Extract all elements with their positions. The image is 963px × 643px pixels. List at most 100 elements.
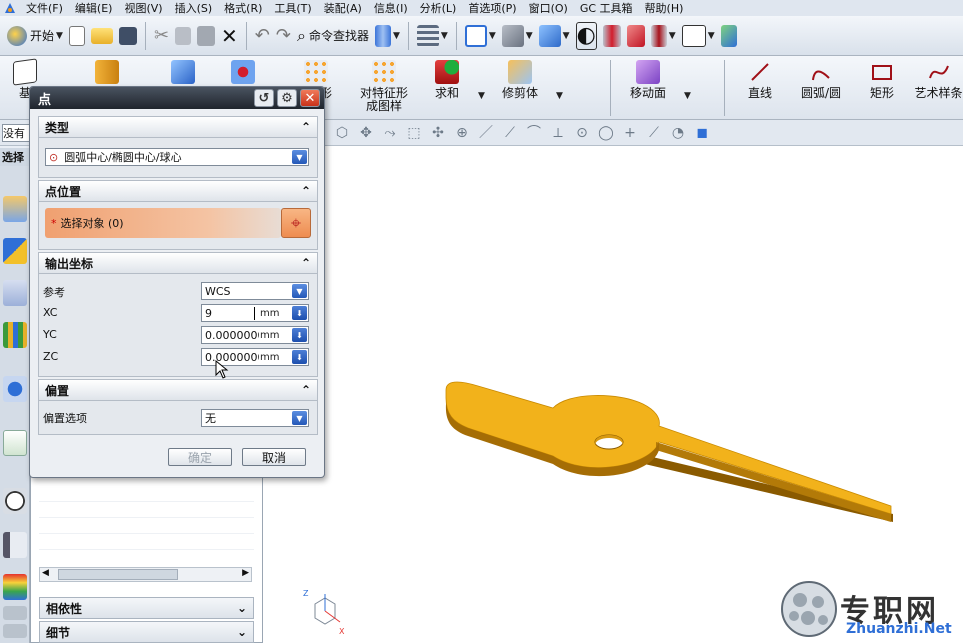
menu-analysis[interactable]: 分析(L) bbox=[414, 0, 463, 16]
snap-point-on-curve-icon[interactable]: ⟋ bbox=[646, 125, 662, 141]
layer-button[interactable]: ▼ bbox=[416, 22, 448, 50]
menu-tools[interactable]: 工具(T) bbox=[268, 0, 317, 16]
section-view-button[interactable]: ◐ bbox=[575, 21, 597, 50]
point-location-header[interactable]: 点位置 ⌃ bbox=[38, 180, 318, 202]
roles-icon[interactable] bbox=[3, 606, 27, 620]
reset-icon[interactable]: ↺ bbox=[254, 89, 274, 107]
reuse-library-icon[interactable] bbox=[3, 322, 27, 348]
dialog-title-bar[interactable]: 点 ↺ ⚙ ✕ bbox=[30, 87, 324, 109]
snap-line-icon[interactable]: ／ bbox=[478, 125, 494, 141]
reference-select[interactable]: WCS ▼ bbox=[201, 282, 309, 300]
hole-button[interactable] bbox=[228, 60, 258, 87]
fit-view-button[interactable]: ▼ bbox=[464, 22, 496, 50]
spline-button[interactable]: 艺术样条 bbox=[914, 60, 963, 100]
menu-window[interactable]: 窗口(O) bbox=[523, 0, 574, 16]
book-button[interactable] bbox=[92, 60, 122, 87]
rectangle-select-icon[interactable]: ⬚ bbox=[406, 125, 422, 141]
render-style-button[interactable]: ▼ bbox=[538, 22, 570, 50]
rectangle-button[interactable]: 矩形 bbox=[864, 60, 900, 100]
unite-button[interactable]: 求和 ▼ bbox=[430, 60, 485, 101]
arrow-down-icon[interactable]: ⬇ bbox=[292, 328, 307, 342]
gear-icon[interactable]: ⚙ bbox=[277, 89, 297, 107]
menu-view[interactable]: 视图(V) bbox=[118, 0, 168, 16]
menu-format[interactable]: 格式(R) bbox=[218, 0, 268, 16]
scroll-right-icon[interactable]: ▶ bbox=[242, 568, 249, 578]
snap-feature-icon[interactable]: ✣ bbox=[430, 125, 446, 141]
open-file-button[interactable] bbox=[90, 22, 113, 50]
menu-assembly[interactable]: 装配(A) bbox=[318, 0, 368, 16]
snap-face-icon[interactable]: ⬡ bbox=[334, 125, 350, 141]
snap-edge-icon[interactable]: ⤳ bbox=[382, 125, 398, 141]
cut-button[interactable]: ✂ bbox=[154, 22, 169, 50]
web-browser-icon[interactable] bbox=[3, 430, 27, 456]
point-type-select[interactable]: ⊙ 圆弧中心/椭圆中心/球心 ▼ bbox=[45, 148, 309, 166]
red-cube-button[interactable] bbox=[626, 22, 645, 50]
undo-button[interactable]: ↶ bbox=[255, 22, 270, 50]
save-button[interactable] bbox=[118, 22, 137, 50]
select-object-row[interactable]: * 选择对象 (0) bbox=[45, 208, 281, 238]
snap-quadrant-icon[interactable]: ◯ bbox=[598, 125, 614, 141]
output-coordinates-header[interactable]: 输出坐标 ⌃ bbox=[38, 252, 318, 274]
view-orient-button[interactable]: ▼ bbox=[501, 22, 533, 50]
scroll-left-icon[interactable]: ◀ bbox=[42, 568, 49, 578]
offset-section-header[interactable]: 偏置 ⌃ bbox=[38, 379, 318, 401]
ok-button[interactable]: 确定 bbox=[168, 448, 232, 466]
new-file-button[interactable] bbox=[68, 22, 85, 50]
start-button[interactable]: 开始 ▼ bbox=[7, 22, 63, 50]
menu-preferences[interactable]: 首选项(P) bbox=[462, 0, 522, 16]
line-button[interactable]: 直线 bbox=[740, 60, 780, 100]
snap-curve-icon[interactable]: ⌒ bbox=[526, 125, 542, 141]
menu-insert[interactable]: 插入(S) bbox=[169, 0, 219, 16]
delete-button[interactable]: ✕ bbox=[221, 22, 238, 50]
xc-input[interactable]: 9 mm ⬇ bbox=[201, 304, 309, 322]
part-navigator-icon[interactable] bbox=[3, 280, 27, 306]
type-filter-combo[interactable]: 没有 bbox=[2, 123, 30, 142]
copy-button[interactable] bbox=[175, 22, 192, 50]
cancel-button[interactable]: 取消 bbox=[242, 448, 306, 466]
menu-info[interactable]: 信息(I) bbox=[368, 0, 414, 16]
more-tools-button[interactable] bbox=[720, 22, 737, 50]
arc-circle-button[interactable]: 圆弧/圆 bbox=[796, 60, 846, 100]
history-icon[interactable] bbox=[3, 488, 27, 514]
arrow-down-icon[interactable]: ⬇ bbox=[292, 306, 307, 320]
roles-icon-2[interactable] bbox=[3, 624, 27, 638]
red-body-button[interactable] bbox=[602, 22, 621, 50]
command-finder-button[interactable]: ⌕ 命令查找器 bbox=[297, 22, 369, 50]
snap-center-icon[interactable]: ⊙ bbox=[574, 125, 590, 141]
yc-input[interactable]: 0.0000000( mm ⬇ bbox=[201, 326, 309, 344]
snap-control-icon[interactable]: ⟂ bbox=[550, 125, 566, 141]
graphics-window[interactable]: Z X bbox=[263, 146, 963, 643]
close-icon[interactable]: ✕ bbox=[300, 89, 320, 107]
part-body[interactable] bbox=[445, 381, 893, 522]
paste-button[interactable] bbox=[197, 22, 216, 50]
menu-gc-toolbox[interactable]: GC 工具箱 bbox=[574, 0, 639, 16]
snap-cube-icon[interactable]: ◼ bbox=[694, 125, 710, 141]
pattern-feature-button[interactable]: 对特征形 成图样 bbox=[356, 60, 412, 113]
menu-file[interactable]: 文件(F) bbox=[20, 0, 69, 16]
assembly-navigator-icon[interactable] bbox=[3, 196, 27, 222]
constraint-navigator-icon[interactable] bbox=[3, 238, 27, 264]
snap-component-icon[interactable]: ⊕ bbox=[454, 125, 470, 141]
process-studio-icon[interactable] bbox=[3, 574, 27, 600]
clip-button[interactable]: ▼ bbox=[650, 22, 676, 50]
trim-body-button[interactable]: 修剪体 ▼ bbox=[498, 60, 563, 101]
snap-existing-icon[interactable]: + bbox=[622, 125, 638, 141]
background-button[interactable]: ▼ bbox=[681, 22, 715, 50]
redo-button[interactable]: ↷ bbox=[276, 22, 291, 50]
scroll-thumb[interactable] bbox=[58, 569, 178, 580]
menu-edit[interactable]: 编辑(E) bbox=[69, 0, 119, 16]
point-constructor-button[interactable]: ⌖ bbox=[281, 208, 311, 238]
arrow-down-icon[interactable]: ⬇ bbox=[292, 350, 307, 364]
horizontal-scrollbar[interactable]: ◀ ▶ bbox=[39, 567, 252, 582]
hd3d-icon[interactable] bbox=[3, 376, 27, 402]
cylinder-button[interactable]: ▼ bbox=[374, 22, 400, 50]
model-view[interactable]: Z X bbox=[263, 146, 963, 643]
details-section[interactable]: 细节 ⌄ bbox=[39, 621, 254, 643]
snap-body-icon[interactable]: ✥ bbox=[358, 125, 374, 141]
snap-intersection-icon[interactable]: ◔ bbox=[670, 125, 686, 141]
offset-option-select[interactable]: 无 ▼ bbox=[201, 409, 309, 427]
block-button[interactable] bbox=[168, 60, 198, 87]
snap-midpoint-icon[interactable]: ⟋ bbox=[502, 125, 518, 141]
system-materials-icon[interactable] bbox=[3, 532, 27, 558]
menu-help[interactable]: 帮助(H) bbox=[639, 0, 690, 16]
